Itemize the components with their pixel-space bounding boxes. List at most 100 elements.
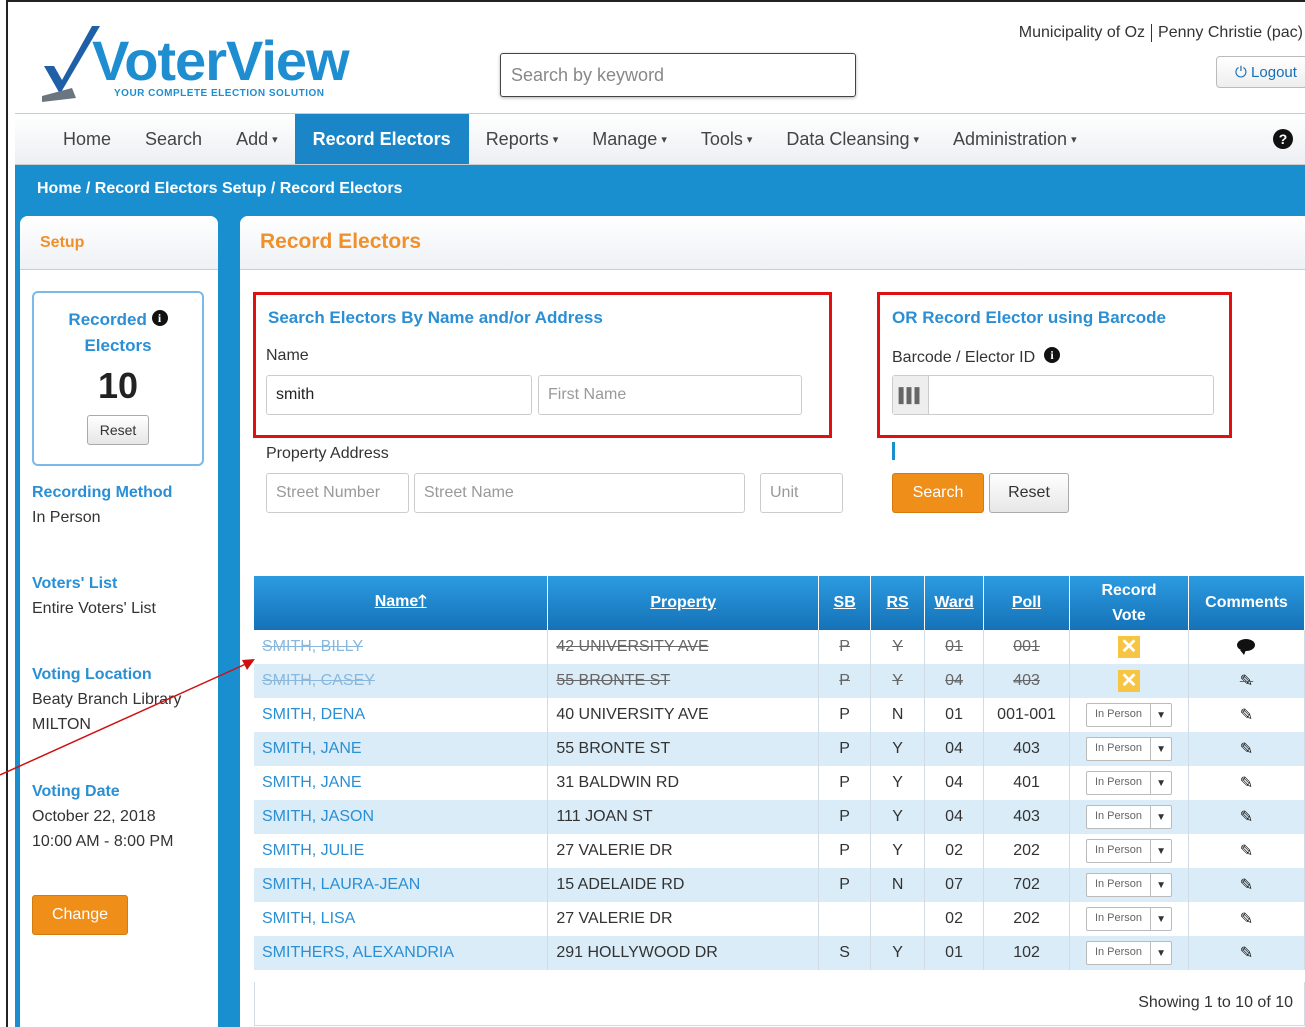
voting-time-value: 10:00 AM - 8:00 PM bbox=[32, 833, 174, 850]
reset-count-button[interactable]: Reset bbox=[86, 415, 150, 445]
first-name-input[interactable]: First Name bbox=[538, 375, 802, 415]
nav-manage[interactable]: Manage ▾ bbox=[575, 114, 684, 164]
barcode-input[interactable] bbox=[892, 375, 1214, 415]
comments-cell: ✎ bbox=[1188, 698, 1305, 732]
caret-down-icon: ▾ bbox=[272, 133, 278, 146]
pencil-edit-icon[interactable]: ✎ bbox=[1240, 809, 1253, 826]
header-label: Vote bbox=[1112, 607, 1146, 624]
col-property-header[interactable]: Property bbox=[547, 576, 820, 630]
header-label: RS bbox=[886, 594, 909, 611]
vote-method-select[interactable]: In Person ▼ bbox=[1085, 771, 1173, 795]
elector-name-link[interactable]: SMITH, JANE bbox=[254, 732, 549, 766]
poll-cell: 401 bbox=[983, 766, 1071, 800]
nav-search[interactable]: Search bbox=[128, 114, 219, 164]
sb-cell: P bbox=[818, 868, 872, 902]
nav-data-cleansing[interactable]: Data Cleansing ▾ bbox=[769, 114, 936, 164]
poll-cell: 001-001 bbox=[983, 698, 1071, 732]
record-vote-cell: In Person ▼ bbox=[1069, 698, 1189, 732]
sb-cell: S bbox=[818, 936, 872, 970]
comments-cell: ✎ bbox=[1188, 732, 1305, 766]
elector-name-link[interactable]: SMITH, JASON bbox=[254, 800, 549, 834]
unit-input[interactable]: Unit bbox=[760, 473, 843, 513]
select-value: In Person bbox=[1087, 908, 1152, 930]
vote-method-select[interactable]: In Person ▼ bbox=[1085, 703, 1173, 727]
col-ward-header[interactable]: Ward bbox=[924, 576, 985, 630]
elector-name-link[interactable]: SMITH, LAURA-JEAN bbox=[254, 868, 549, 902]
barcode-section-title: OR Record Elector using Barcode bbox=[892, 308, 1166, 327]
comments-cell: ✎ bbox=[1188, 664, 1305, 698]
nav-reports[interactable]: Reports ▾ bbox=[469, 114, 576, 164]
vote-method-select[interactable]: In Person ▼ bbox=[1085, 941, 1173, 965]
info-icon[interactable]: i bbox=[151, 310, 168, 326]
rs-cell: Y bbox=[870, 766, 926, 800]
barcode-icon: ▌▌▌ bbox=[893, 376, 929, 414]
nav-add[interactable]: Add ▾ bbox=[219, 114, 295, 164]
elector-name-link[interactable]: SMITHERS, ALEXANDRIA bbox=[254, 936, 549, 970]
comments-cell: ✎ bbox=[1188, 834, 1305, 868]
elector-name-link[interactable]: SMITH, DENA bbox=[254, 698, 549, 732]
vote-method-select[interactable]: In Person ▼ bbox=[1085, 839, 1173, 863]
street-number-input[interactable]: Street Number bbox=[266, 473, 409, 513]
nav-tools[interactable]: Tools ▾ bbox=[684, 114, 770, 164]
pencil-edit-icon[interactable]: ✎ bbox=[1240, 877, 1253, 894]
vote-method-select[interactable]: In Person ▼ bbox=[1085, 873, 1173, 897]
pencil-edit-icon[interactable]: ✎ bbox=[1240, 945, 1253, 962]
recorded-x-icon[interactable]: ✕ bbox=[1118, 636, 1140, 658]
recorded-x-icon[interactable]: ✕ bbox=[1118, 670, 1140, 692]
rs-cell: Y bbox=[870, 732, 926, 766]
property-cell: 111 JOAN ST bbox=[547, 800, 820, 834]
reset-button[interactable]: Reset bbox=[989, 473, 1069, 513]
pencil-edit-icon[interactable]: ✎ bbox=[1240, 741, 1253, 758]
info-icon[interactable]: i bbox=[1044, 347, 1061, 363]
keyword-search-input[interactable]: Search by keyword bbox=[500, 53, 856, 97]
caret-down-icon: ▼ bbox=[1156, 710, 1166, 721]
change-button[interactable]: Change bbox=[32, 895, 128, 935]
pencil-edit-icon[interactable]: ✎ bbox=[1240, 673, 1253, 690]
header-label: Name bbox=[374, 592, 419, 610]
col-rs-header[interactable]: RS bbox=[870, 576, 926, 630]
user-name[interactable]: Penny Christie (pac) bbox=[1158, 24, 1303, 41]
comment-bubble-icon[interactable] bbox=[1237, 639, 1256, 655]
elector-name-link[interactable]: SMITH, LISA bbox=[254, 902, 549, 936]
vote-method-select[interactable]: In Person ▼ bbox=[1085, 907, 1173, 931]
pencil-edit-icon[interactable]: ✎ bbox=[1240, 843, 1253, 860]
street-name-input[interactable]: Street Name bbox=[414, 473, 745, 513]
table-header-row: Name🡑 Property SB RS Ward Poll Record Vot… bbox=[254, 576, 1305, 630]
col-name-header[interactable]: Name🡑 bbox=[254, 576, 549, 630]
logout-button[interactable]: ⏻ Logout bbox=[1216, 56, 1305, 88]
recorded-label-line1: Recorded bbox=[68, 310, 147, 329]
pencil-edit-icon[interactable]: ✎ bbox=[1240, 707, 1253, 724]
table-row: SMITH, JASON 111 JOAN ST P Y 04 403 In Person ▼… bbox=[254, 800, 1305, 834]
record-vote-cell: In Person ▼ bbox=[1069, 834, 1189, 868]
caret-down-icon: ▾ bbox=[552, 133, 559, 146]
voterview-logo[interactable]: VoterView YOUR COMPLETE ELECTION SOLUTIO… bbox=[42, 22, 402, 104]
nav-label: Administration bbox=[953, 128, 1068, 149]
help-icon[interactable]: ? bbox=[1273, 114, 1293, 164]
record-vote-cell: In Person ▼ bbox=[1069, 902, 1189, 936]
voting-location-line1: Beaty Branch Library bbox=[32, 691, 182, 708]
property-cell: 291 HOLLYWOOD DR bbox=[547, 936, 820, 970]
vote-method-select[interactable]: In Person ▼ bbox=[1085, 737, 1173, 761]
nav-administration[interactable]: Administration ▾ bbox=[936, 114, 1094, 164]
breadcrumb[interactable]: Home / Record Electors Setup / Record El… bbox=[37, 180, 402, 198]
elector-name-link[interactable]: SMITH, JANE bbox=[254, 766, 549, 800]
elector-name-link[interactable]: SMITH, CASEY bbox=[254, 664, 549, 698]
elector-name-link[interactable]: SMITH, JULIE bbox=[254, 834, 549, 868]
barcode-label: Barcode / Elector ID i bbox=[892, 347, 1061, 367]
elector-name-link[interactable]: SMITH, BILLY bbox=[254, 630, 549, 664]
col-sb-header[interactable]: SB bbox=[818, 576, 872, 630]
poll-cell: 403 bbox=[983, 732, 1071, 766]
last-name-input[interactable]: smith bbox=[266, 375, 532, 415]
pencil-edit-icon[interactable]: ✎ bbox=[1240, 775, 1253, 792]
property-cell: 55 BRONTE ST bbox=[547, 664, 820, 698]
search-button[interactable]: Search bbox=[892, 473, 984, 513]
setup-sidebar: Setup Recorded i Electors 10 Reset Recor… bbox=[20, 216, 218, 1027]
nav-record-electors[interactable]: Record Electors bbox=[294, 114, 469, 164]
col-poll-header[interactable]: Poll bbox=[983, 576, 1071, 630]
vote-method-select[interactable]: In Person ▼ bbox=[1085, 805, 1173, 829]
main-nav: Home Search Add ▾ Record Electors Reports… bbox=[15, 113, 1305, 165]
sb-cell: P bbox=[818, 664, 872, 698]
voting-date-section: Voting Date October 22, 2018 10:00 AM - … bbox=[32, 779, 173, 854]
pencil-edit-icon[interactable]: ✎ bbox=[1240, 911, 1253, 928]
nav-home[interactable]: Home bbox=[15, 114, 128, 164]
